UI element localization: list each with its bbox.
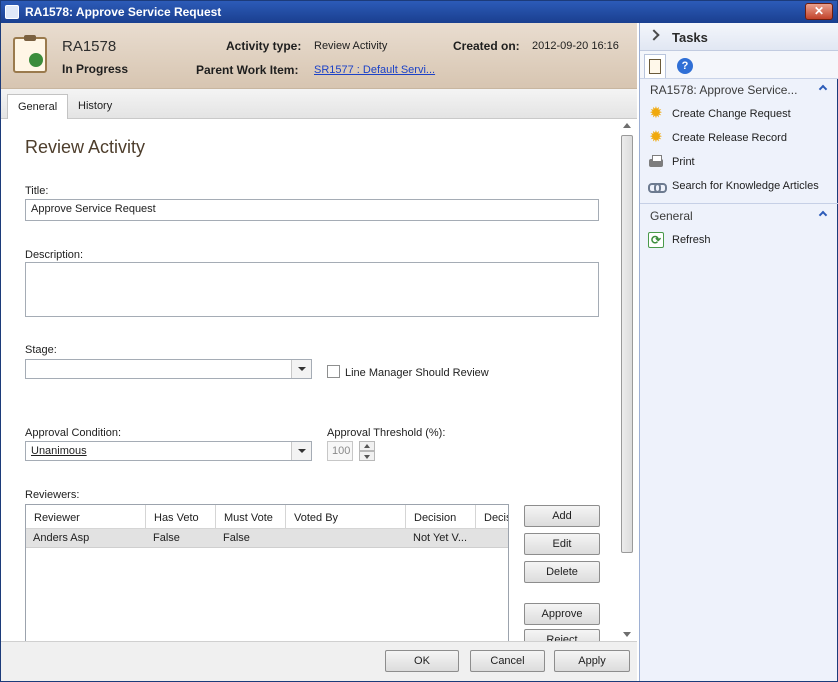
task-search-knowledge[interactable]: Search for Knowledge Articles [648,176,819,196]
tasks-tab-tasks[interactable] [644,54,666,78]
line-manager-label: Line Manager Should Review [345,367,489,379]
approval-threshold-input[interactable]: 100 [327,441,353,461]
title-input[interactable]: Approve Service Request [25,199,599,221]
reject-button[interactable]: Reject [524,629,600,641]
window-close-button[interactable]: ✕ [805,3,833,20]
tab-general[interactable]: General [7,94,69,123]
reviewers-grid[interactable]: Reviewer Has Veto Must Vote Voted By Dec… [25,504,509,641]
work-item-id: RA1578 [62,38,117,55]
task-create-change-request[interactable]: ✹ Create Change Request [648,104,791,124]
dialog-footer: OK Cancel Apply [1,641,637,681]
cell-has-veto: False [153,532,180,544]
edit-reviewer-button[interactable]: Edit [524,533,600,555]
approval-threshold-label: Approval Threshold (%): [327,427,446,439]
created-on-value: 2012-09-20 16:16 [532,40,619,52]
task-label: Print [672,156,695,168]
add-reviewer-button[interactable]: Add [524,505,600,527]
scroll-down-icon[interactable] [623,632,631,637]
reviewers-label: Reviewers: [25,489,80,501]
app-icon [5,5,19,19]
task-create-release-record[interactable]: ✹ Create Release Record [648,128,787,148]
reviewers-grid-header: Reviewer Has Veto Must Vote Voted By Dec… [26,505,508,529]
task-label: Refresh [672,234,711,246]
tasks-section-title: RA1578: Approve Service... [650,83,798,97]
parent-work-item-label: Parent Work Item: [196,63,299,77]
main-panel: RA1578 In Progress Activity type: Review… [1,23,637,681]
approval-condition-value: Unanimous [31,445,87,457]
description-input[interactable] [25,262,599,317]
form-window: RA1578: Approve Service Request ✕ RA1578… [0,0,838,682]
task-label: Create Change Request [672,108,791,120]
tasks-title: Tasks [672,30,708,45]
general-section-title: General [650,209,693,223]
task-print[interactable]: Print [648,152,695,172]
task-label: Search for Knowledge Articles [672,180,819,192]
description-label: Description: [25,249,84,261]
created-on-label: Created on: [453,39,520,53]
refresh-icon: ⟳ [648,232,664,248]
work-item-status: In Progress [62,62,129,76]
column-header-has-veto[interactable]: Has Veto [146,505,216,529]
chevron-up-icon[interactable] [359,441,375,451]
chevron-down-icon[interactable] [291,360,311,378]
column-header-decision[interactable]: Decision [406,505,476,529]
tab-bar: General History [1,89,637,123]
task-refresh[interactable]: ⟳ Refresh [648,230,711,250]
cell-decision: Not Yet V... [413,532,468,544]
clipboard-icon [649,59,661,74]
printer-icon [648,154,664,170]
tasks-section-header[interactable]: RA1578: Approve Service... [640,79,838,101]
tab-history[interactable]: History [68,94,122,119]
stage-label: Stage: [25,344,57,356]
help-icon: ? [677,58,693,74]
section-title: Review Activity [25,137,146,157]
parent-work-item-link[interactable]: SR1577 : Default Servi... [314,64,435,76]
tasks-header[interactable]: Tasks [640,23,838,51]
form-content: Review Activity Title: Approve Service R… [5,119,619,641]
activity-type-label: Activity type: [226,39,302,53]
activity-type-value: Review Activity [314,40,388,52]
collapse-icon[interactable] [818,210,828,220]
sun-icon: ✹ [649,105,663,122]
chevron-down-icon[interactable] [291,442,311,460]
scroll-up-icon[interactable] [623,123,631,128]
tasks-pane: Tasks ? RA1578: Approve Service... ✹ Cre… [639,23,838,681]
approve-button[interactable]: Approve [524,603,600,625]
ok-button[interactable]: OK [385,650,459,672]
divider [640,203,838,204]
link-icon [648,178,667,194]
tasks-tab-bar: ? [640,51,838,79]
title-bar[interactable]: RA1578: Approve Service Request ✕ [1,1,837,23]
column-header-reviewer[interactable]: Reviewer [26,505,146,529]
task-label: Create Release Record [672,132,787,144]
cell-must-vote: False [223,532,250,544]
chevron-right-icon[interactable] [648,29,660,41]
column-header-decision-date[interactable]: Decis [476,505,508,529]
cancel-button[interactable]: Cancel [470,650,545,672]
title-label: Title: [25,185,49,197]
approval-threshold-stepper[interactable] [359,441,375,461]
column-header-voted-by[interactable]: Voted By [286,505,406,529]
review-activity-icon [13,35,47,73]
apply-button[interactable]: Apply [554,650,630,672]
tasks-tab-help[interactable]: ? [674,54,696,78]
stage-dropdown[interactable] [25,359,312,379]
delete-reviewer-button[interactable]: Delete [524,561,600,583]
approval-condition-label: Approval Condition: [25,427,122,439]
column-header-must-vote[interactable]: Must Vote [216,505,286,529]
line-manager-checkbox[interactable] [327,365,340,378]
chevron-down-icon[interactable] [359,451,375,461]
table-row[interactable]: Anders Asp False False Not Yet V... [26,529,508,548]
vertical-scrollbar[interactable] [619,119,635,641]
sun-icon: ✹ [649,129,663,146]
cell-voted-by [286,529,406,548]
collapse-icon[interactable] [818,84,828,94]
cell-reviewer: Anders Asp [33,532,90,544]
general-section-header[interactable]: General [640,205,838,227]
approval-condition-dropdown[interactable]: Unanimous [25,441,312,461]
work-item-header: RA1578 In Progress Activity type: Review… [1,23,637,89]
window-title: RA1578: Approve Service Request [25,5,222,19]
scrollbar-thumb[interactable] [621,135,633,553]
